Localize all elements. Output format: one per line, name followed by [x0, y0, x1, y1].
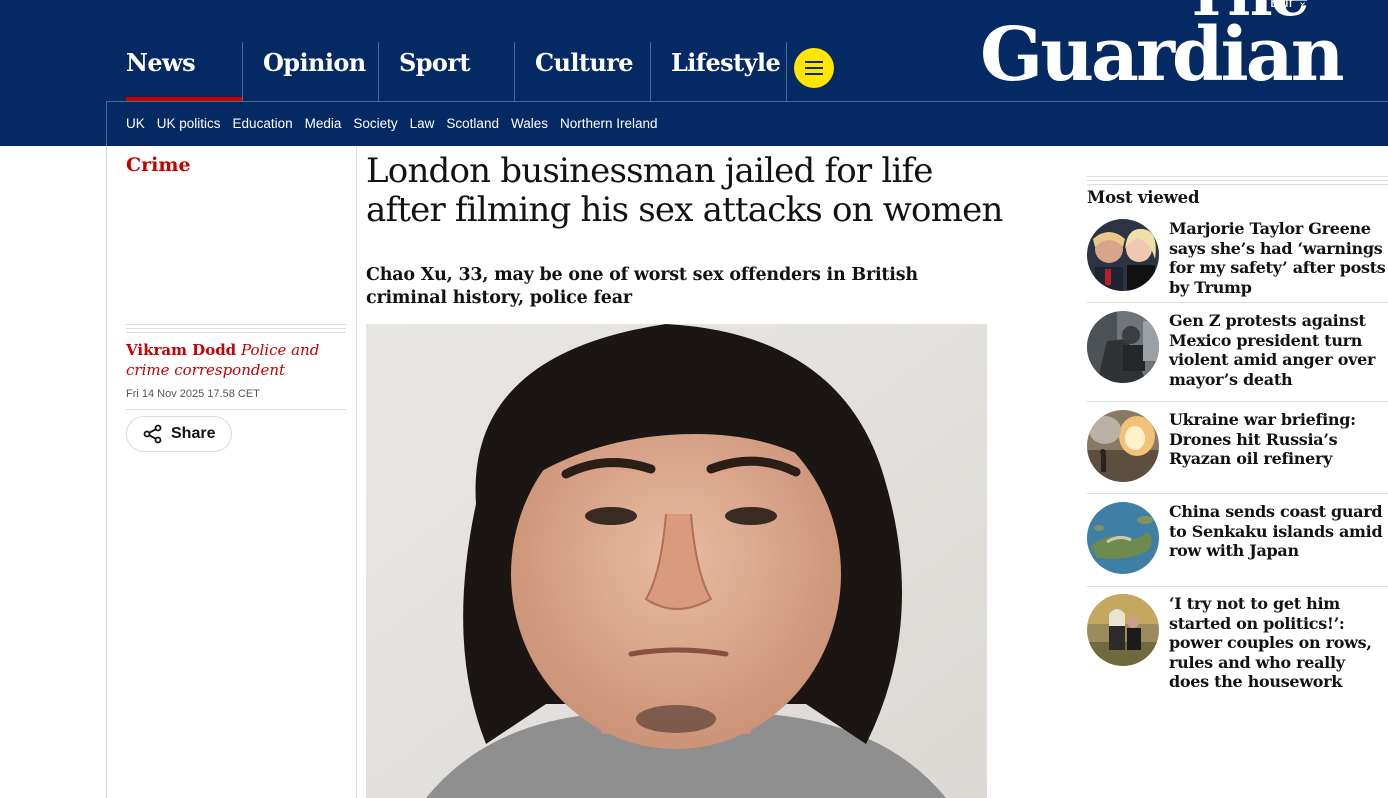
subnav-item-uk-politics[interactable]: UK politics — [157, 116, 221, 131]
share-icon — [143, 424, 162, 444]
hamburger-icon — [805, 61, 823, 63]
subnav-item-uk[interactable]: UK — [126, 116, 145, 131]
thumbnail-image[interactable] — [1087, 311, 1159, 383]
meta-divider — [126, 328, 346, 329]
meta-divider — [126, 324, 346, 325]
thumbnail-image[interactable] — [1087, 410, 1159, 482]
sub-nav: UK UK politics Education Media Society L… — [126, 116, 658, 131]
guardian-logo[interactable]: The Guardian — [980, 0, 1345, 92]
hamburger-icon-line — [805, 67, 823, 69]
subnav-item-wales[interactable]: Wales — [511, 116, 548, 131]
most-viewed-divider — [1087, 493, 1388, 494]
article-standfirst: Chao Xu, 33, may be one of worst sex off… — [366, 265, 918, 308]
pillar-lifestyle[interactable]: Lifestyle — [650, 42, 786, 101]
subnav-item-education[interactable]: Education — [233, 116, 293, 131]
pillar-label[interactable]: Opinion — [263, 48, 366, 77]
most-viewed-item[interactable]: Marjorie Taylor Greene says she’s had ‘w… — [1087, 219, 1388, 297]
date-divider — [126, 409, 346, 410]
pillar-news[interactable]: News — [106, 42, 242, 101]
column-divider-left — [106, 146, 107, 798]
nav-divider — [106, 101, 1388, 102]
pillar-label[interactable]: Culture — [535, 48, 634, 77]
author-name[interactable]: Vikram Dodd — [126, 341, 236, 359]
subnav-item-scotland[interactable]: Scotland — [446, 116, 499, 131]
most-viewed-item[interactable]: ‘I try not to get him started on politic… — [1087, 594, 1388, 692]
pillar-label[interactable]: Lifestyle — [671, 48, 781, 77]
byline: Vikram Dodd Police and crime corresponde… — [126, 340, 346, 380]
most-viewed-headline[interactable]: Gen Z protests against Mexico president … — [1169, 311, 1388, 389]
most-viewed-divider — [1087, 302, 1388, 303]
column-divider-main — [356, 146, 357, 798]
most-viewed-divider — [1087, 586, 1388, 587]
hamburger-menu-button[interactable] — [794, 48, 834, 88]
subnav-item-media[interactable]: Media — [305, 116, 342, 131]
thumbnail-image[interactable] — [1087, 219, 1159, 291]
thumbnail-image[interactable] — [1087, 594, 1159, 666]
thumbnail-image[interactable] — [1087, 502, 1159, 574]
publish-date[interactable]: Fri 14 Nov 2025 17.58 CET — [126, 388, 260, 400]
subnav-item-society[interactable]: Society — [353, 116, 397, 131]
section-tag[interactable]: Crime — [126, 154, 191, 176]
most-viewed-item[interactable]: Gen Z protests against Mexico president … — [1087, 311, 1388, 389]
most-viewed-item[interactable]: Ukraine war briefing: Drones hit Russia’… — [1087, 410, 1388, 482]
article-main-image[interactable] — [366, 324, 987, 798]
share-button[interactable]: Share — [126, 416, 232, 452]
mugshot-illustration — [366, 324, 987, 798]
hamburger-icon-line — [805, 73, 823, 75]
pillar-nav: News Opinion Sport Culture Lifestyle — [106, 42, 922, 101]
nav-divider-left — [106, 101, 107, 146]
logo-guardian[interactable]: Guardian — [980, 18, 1345, 92]
subnav-item-northern-ireland[interactable]: Northern Ireland — [560, 116, 658, 131]
most-viewed-divider — [1087, 401, 1388, 402]
subnav-item-law[interactable]: Law — [410, 116, 435, 131]
most-viewed-rule — [1087, 176, 1388, 188]
most-viewed-headline[interactable]: ‘I try not to get him started on politic… — [1169, 594, 1388, 692]
site-header: Eur⌄ The Guardian News Opinion Sport Cul… — [0, 0, 1388, 146]
pillar-label[interactable]: Sport — [399, 48, 470, 77]
pillar-opinion[interactable]: Opinion — [242, 42, 378, 101]
most-viewed-item[interactable]: China sends coast guard to Senkaku islan… — [1087, 502, 1388, 574]
most-viewed-headline[interactable]: China sends coast guard to Senkaku islan… — [1169, 502, 1388, 574]
pillar-sport[interactable]: Sport — [378, 42, 514, 101]
most-viewed-title: Most viewed — [1087, 188, 1200, 207]
pillar-label[interactable]: News — [126, 48, 196, 77]
menu-container — [786, 42, 922, 101]
share-label[interactable]: Share — [171, 425, 215, 443]
article-headline: London businessman jailed for life after… — [366, 151, 1003, 230]
most-viewed-headline[interactable]: Ukraine war briefing: Drones hit Russia’… — [1169, 410, 1388, 482]
meta-divider — [126, 332, 346, 333]
most-viewed-headline[interactable]: Marjorie Taylor Greene says she’s had ‘w… — [1169, 219, 1388, 297]
pillar-culture[interactable]: Culture — [514, 42, 650, 101]
